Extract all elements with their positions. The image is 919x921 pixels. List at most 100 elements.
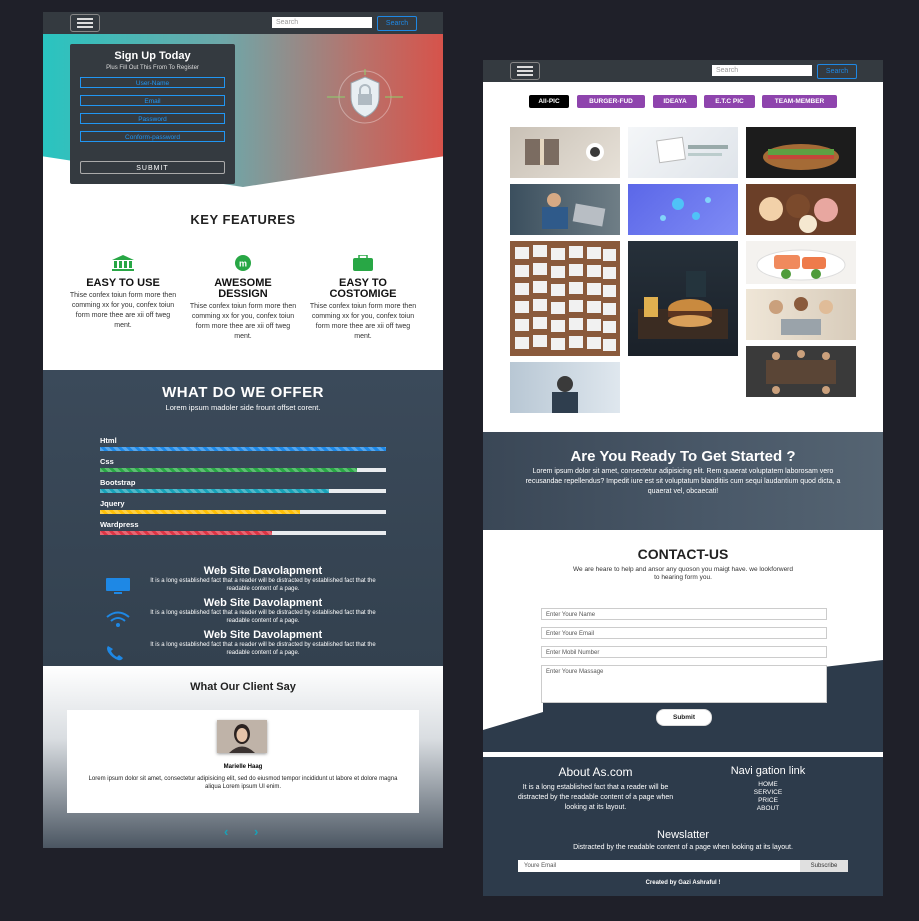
cta-title: Are You Ready To Get Started ?	[570, 448, 796, 465]
confirm-password-field[interactable]: Conform-password	[80, 131, 225, 142]
search-input[interactable]: Search	[712, 65, 812, 76]
contact-subtitle: We are heare to help and ansor any quoso…	[573, 566, 793, 581]
skill-name: Wardpress	[100, 520, 139, 529]
gallery-image-salmon[interactable]	[746, 241, 856, 284]
landing-page-left: Search Search Sign Up Today Plus Fill Ou…	[43, 12, 443, 848]
footer-link-about[interactable]: ABOUT	[708, 805, 828, 812]
mobile-input[interactable]: Enter Mobil Number	[541, 646, 827, 658]
feature-easy-to-use: EASY TO USE Thise confex toiun form more…	[68, 255, 178, 331]
progress-fill	[100, 489, 329, 493]
signup-form: Sign Up Today Plus Fill Out This From To…	[70, 44, 235, 184]
skill-bar-html: Html	[100, 436, 386, 451]
service-title: Web Site Davolapment	[203, 629, 323, 641]
service-title: Web Site Davolapment	[203, 565, 323, 577]
feature-text: Thise confex toiun form more then commin…	[309, 303, 417, 340]
signup-subtitle: Plus Fill Out This From To Register	[106, 65, 199, 71]
carousel-prev-button[interactable]: ‹	[224, 824, 228, 839]
progress-fill	[100, 531, 272, 535]
feature-text: Thise confex toiun form more then commin…	[189, 303, 297, 340]
gallery-image-sandwich[interactable]	[746, 127, 856, 178]
gallery-image-sticky-notes[interactable]	[510, 241, 620, 356]
email-input[interactable]: Enter Youre Email	[541, 627, 827, 639]
username-field[interactable]: User-Name	[80, 77, 225, 88]
search-button[interactable]: Search	[377, 16, 417, 31]
skill-bar-css: Css	[100, 457, 386, 472]
name-input[interactable]: Enter Youre Name	[541, 608, 827, 620]
progress-fill	[100, 447, 386, 451]
cta-text: Lorem ipsum dolor sit amet, consectetur …	[525, 468, 841, 495]
avatar	[217, 720, 267, 753]
contact-section: CONTACT-US We are heare to help and anso…	[483, 530, 883, 752]
footer-link-service[interactable]: SERVICE	[708, 789, 828, 796]
feature-easy-to-customize: EASY TO COSTOMIGE Thise confex toiun for…	[308, 254, 418, 342]
gallery-image-meeting-table[interactable]	[746, 346, 856, 397]
testimonial-card: Marielle Haag Lorem ipsum dolor sit amet…	[67, 710, 419, 813]
search-button[interactable]: Search	[817, 64, 857, 79]
contact-submit-button[interactable]: Submit	[656, 709, 712, 726]
signup-submit-button[interactable]: SUBMIT	[80, 161, 225, 174]
top-navbar: Search Search	[483, 60, 883, 82]
m-badge-icon: m	[232, 255, 254, 271]
signup-title: Sign Up Today	[114, 50, 191, 62]
suitcase-icon	[352, 254, 374, 271]
search-input[interactable]: Search	[272, 17, 372, 28]
filter-all-pic[interactable]: All-PIC	[529, 95, 569, 108]
menu-toggle-button[interactable]	[510, 62, 540, 80]
skill-name: Css	[100, 457, 114, 466]
skill-bar-wordpress: Wardpress	[100, 520, 386, 535]
gallery-image-burger[interactable]	[628, 241, 738, 356]
skill-name: Bootstrap	[100, 478, 136, 487]
footer-credit: Created by Gazi Ashraful !	[645, 880, 721, 886]
skill-name: Jquery	[100, 499, 125, 508]
landing-page-right: Search Search All-PIC BURGER-FUD IDEAYA …	[483, 60, 883, 896]
footer-link-home[interactable]: HOME	[708, 781, 828, 788]
footer-link-price[interactable]: PRICE	[708, 797, 828, 804]
gallery-image-jellyfish[interactable]	[628, 184, 738, 235]
gallery-image-ice-cream[interactable]	[746, 184, 856, 235]
skill-bar-jquery: Jquery	[100, 499, 386, 514]
skill-name: Html	[100, 436, 117, 445]
skill-bar-bootstrap: Bootstrap	[100, 478, 386, 493]
features-title: KEY FEATURES	[190, 212, 296, 227]
wifi-icon	[105, 611, 131, 634]
svg-text:m: m	[239, 259, 247, 269]
filter-etc-pic[interactable]: E.T.C PIC	[704, 95, 755, 108]
feature-awesome-design: m AWESOME DESSIGN Thise confex toiun for…	[188, 255, 298, 342]
phone-icon	[105, 645, 125, 666]
testimonials-title: What Our Client Say	[190, 681, 296, 693]
gallery-image-laptop-man[interactable]	[510, 184, 620, 235]
top-navbar: Search Search	[43, 12, 443, 34]
menu-toggle-button[interactable]	[70, 14, 100, 32]
gallery-image-whiteboard[interactable]	[510, 362, 620, 413]
footer: About As.com It is a long established fa…	[483, 757, 883, 896]
email-field[interactable]: Email	[80, 95, 225, 106]
progress-fill	[100, 468, 358, 472]
newsletter-email-input[interactable]: Youre Email	[518, 860, 800, 872]
message-textarea[interactable]: Enter Youre Massage	[541, 665, 827, 703]
newsletter-text: Distracted by the readable content of a …	[573, 844, 793, 851]
password-field[interactable]: Password	[80, 113, 225, 124]
gallery-image-gift[interactable]	[510, 127, 620, 178]
newsletter-title: Newslatter	[657, 829, 709, 841]
bank-icon	[112, 255, 134, 271]
filter-team-member[interactable]: TEAM-MEMBER	[762, 95, 837, 108]
client-quote: Lorem ipsum dolor sit amet, consectetur …	[88, 776, 398, 790]
service-text: It is a long established fact that a rea…	[150, 642, 376, 656]
filter-ideaya[interactable]: IDEAYA	[653, 95, 697, 108]
gallery-image-notes[interactable]	[628, 127, 738, 178]
offer-lead: Lorem ipsum madoler side frount offset c…	[165, 403, 321, 412]
gallery-image-team-laptop[interactable]	[746, 289, 856, 340]
carousel-next-button[interactable]: ›	[254, 824, 258, 839]
contact-title: CONTACT-US	[637, 546, 729, 562]
offer-title: WHAT DO WE OFFER	[162, 384, 324, 401]
about-title: About As.com	[558, 765, 633, 779]
navigation-title: Navi gation link	[730, 765, 806, 777]
feature-title: AWESOME DESSIGN	[214, 277, 272, 300]
filter-burger-fud[interactable]: BURGER-FUD	[577, 95, 645, 108]
monitor-icon	[105, 577, 131, 600]
feature-title: EASY TO COSTOMIGE	[329, 277, 397, 300]
feature-title: EASY TO USE	[86, 277, 160, 289]
subscribe-button[interactable]: Subscribe	[800, 860, 848, 872]
progress-fill	[100, 510, 301, 514]
testimonials-section: What Our Client Say Marielle Haag Lorem …	[43, 666, 443, 848]
